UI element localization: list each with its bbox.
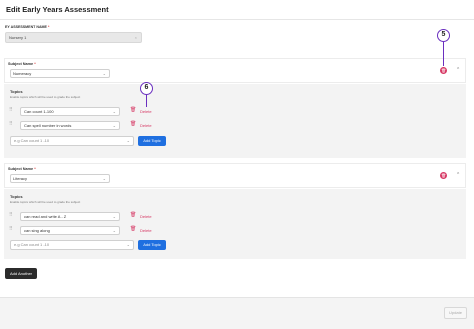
delete-topic-link[interactable]: Delete (140, 109, 152, 114)
callout-badge: 5 (437, 29, 450, 42)
header-divider (0, 19, 474, 20)
drag-handle-icon[interactable]: ⠿ (9, 121, 13, 127)
subject-name-label-1: Subject Name * (8, 62, 36, 66)
clear-icon: × (134, 35, 137, 40)
update-button[interactable]: Update (444, 307, 467, 319)
assessment-name-label: EY ASSESSMENT NAME * (5, 25, 50, 29)
chevron-down-icon: ⌄ (102, 71, 106, 76)
chevron-icon: ⌄ (112, 123, 116, 128)
chevron-icon: ⌄ (126, 242, 130, 247)
subject-select-2[interactable]: Literacy ⌄ (10, 174, 110, 183)
chevron-icon: ⌄ (112, 228, 116, 233)
trash-icon[interactable]: 🗑 (130, 121, 136, 127)
topics-help-2: Enable topics which will be used to grad… (10, 200, 81, 204)
topic-input[interactable]: Can spell number in words ⌄ (20, 121, 120, 130)
page-title: Edit Early Years Assessment (6, 5, 109, 14)
topic-input[interactable]: can read and write A - Z ⌄ (20, 212, 120, 221)
topics-label-1: Topics (10, 89, 23, 94)
chevron-down-icon: ⌄ (102, 176, 106, 181)
delete-topic-link[interactable]: Delete (140, 123, 152, 128)
add-another-button[interactable]: Add Another (5, 268, 37, 279)
trash-icon[interactable]: 🗑 (130, 226, 136, 232)
assessment-name-input[interactable]: Nursery 1 × (5, 32, 142, 43)
subject-name-label-2: Subject Name * (8, 167, 36, 171)
subject-select-1[interactable]: Numeracy ⌄ (10, 69, 110, 78)
delete-subject-button-2[interactable]: 🗑 (440, 172, 447, 179)
chevron-icon: ⌄ (126, 138, 130, 143)
topics-label-2: Topics (10, 194, 23, 199)
new-topic-input[interactable]: e.g Can count 1 -10 ⌄ (10, 240, 134, 250)
collapse-chevron-icon-1[interactable]: ⌃ (456, 67, 460, 73)
chevron-icon: ⌄ (112, 109, 116, 114)
callout-badge: 6 (140, 82, 153, 95)
drag-handle-icon[interactable]: ⠿ (9, 226, 13, 232)
trash-icon[interactable]: 🗑 (130, 212, 136, 218)
trash-icon: 🗑 (440, 68, 447, 73)
trash-icon[interactable]: 🗑 (130, 107, 136, 113)
topic-input[interactable]: Can count 1-100 ⌄ (20, 107, 120, 116)
callout-line (442, 42, 444, 66)
add-topic-button[interactable]: Add Topic (138, 136, 166, 146)
chevron-icon: ⌄ (112, 214, 116, 219)
new-topic-input[interactable]: e.g Can count 1 -10 ⌄ (10, 136, 134, 146)
drag-handle-icon[interactable]: ⠿ (9, 107, 13, 113)
drag-handle-icon[interactable]: ⠿ (9, 212, 13, 218)
delete-topic-link[interactable]: Delete (140, 228, 152, 233)
footer (0, 297, 474, 329)
add-topic-button[interactable]: Add Topic (138, 240, 166, 250)
topic-input[interactable]: can sing along ⌄ (20, 226, 120, 235)
delete-topic-link[interactable]: Delete (140, 214, 152, 219)
trash-icon: 🗑 (440, 173, 447, 178)
topics-help-1: Enable topics which will be used to grad… (10, 95, 81, 99)
callout-line (145, 95, 147, 107)
collapse-chevron-icon-2[interactable]: ⌃ (456, 172, 460, 178)
delete-subject-button-1[interactable]: 🗑 (440, 67, 447, 74)
